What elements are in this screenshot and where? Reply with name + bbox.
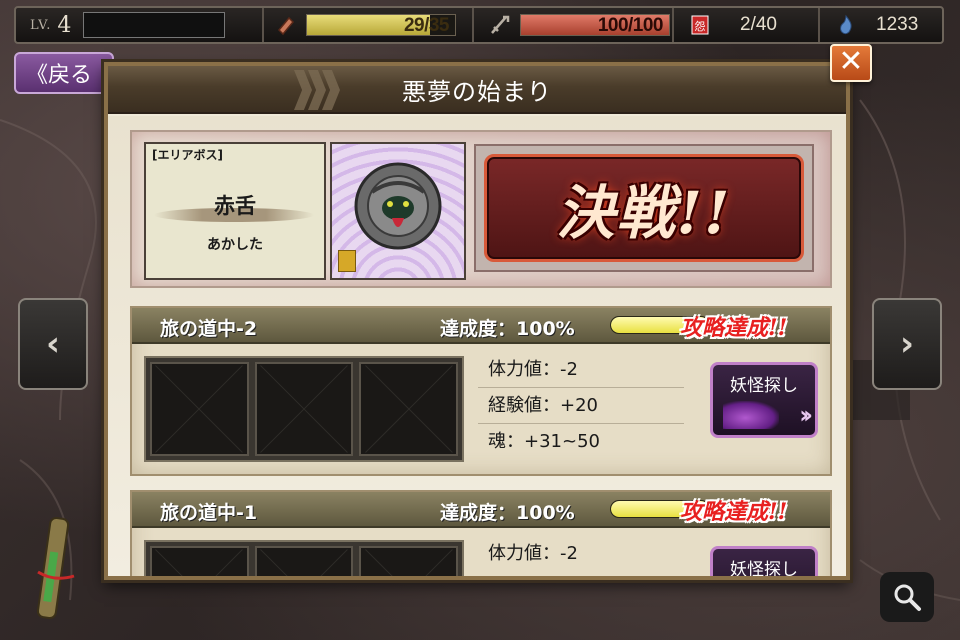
yokai-search-button[interactable]: 妖怪探し ›› — [710, 362, 818, 438]
chevron-right-icon: › — [899, 324, 914, 364]
drop-slots — [144, 356, 464, 462]
hp-cell: 100/100 — [474, 8, 674, 42]
stage-stats: 体力値：-2 経験値：+20 魂：+31~50 — [478, 352, 684, 460]
drop-slot — [150, 362, 249, 456]
stamina-text: 29/35 — [403, 15, 450, 36]
decisive-battle-button-frame: 決戦!! — [474, 144, 814, 272]
soul-count: 1233 — [876, 14, 919, 35]
stage-panel-2: 旅の道中-2 達成度：100% 攻略達成!! 体力値：-2 経験値：+20 魂：… — [130, 306, 832, 476]
stat-soul: 魂：+31~50 — [488, 431, 600, 452]
clear-badge: 攻略達成!! — [680, 499, 788, 525]
yokai-search-label: 妖怪探し — [730, 560, 798, 580]
swirl-icon — [723, 401, 779, 429]
next-area-button[interactable]: › — [872, 298, 942, 390]
chevron-left-icon: ‹ — [45, 324, 60, 364]
double-chevron-icon: ›› — [799, 401, 813, 429]
status-bar: LV. 4 29/35 100/100 怨 2/40 1233 — [14, 6, 944, 44]
decisive-battle-button[interactable]: 決戦!! — [484, 154, 804, 262]
drop-slot — [359, 362, 459, 456]
drop-slot — [359, 546, 459, 576]
level-label: LV. — [30, 17, 52, 33]
back-label: 《戻る — [26, 63, 93, 88]
modal-header: 悪夢の始まり — [108, 66, 846, 114]
stage-panel-1: 旅の道中-1 達成度：100% 攻略達成!! 体力値：-2 妖怪探し ›› — [130, 490, 832, 580]
stage-name: 旅の道中-1 — [160, 502, 258, 524]
boss-info: [エリアボス] 赤舌 あかした — [144, 142, 326, 280]
boss-name: 赤舌 — [214, 194, 256, 218]
stage-name: 旅の道中-2 — [160, 318, 258, 340]
back-button[interactable]: 《戻る — [14, 52, 114, 94]
soul-cell: 1233 — [820, 8, 942, 42]
stamina-icon — [274, 13, 298, 37]
search-icon — [894, 584, 921, 611]
drop-slot — [254, 362, 354, 456]
stat-stamina-cost: 体力値：-2 — [488, 543, 578, 564]
close-button[interactable]: ✕ — [830, 44, 872, 82]
stat-exp: 経験値：+20 — [478, 388, 684, 424]
search-button[interactable] — [880, 572, 934, 622]
stage-header: 旅の道中-1 達成度：100% 攻略達成!! — [132, 492, 830, 528]
progress-label: 達成度：100% — [440, 318, 575, 340]
stage-stats: 体力値：-2 — [478, 536, 684, 572]
rank-badge — [338, 250, 356, 272]
drop-slots — [144, 540, 464, 576]
soul-icon — [834, 13, 858, 37]
svg-text:怨: 怨 — [695, 20, 706, 33]
hp-gauge: 100/100 — [520, 14, 670, 36]
battle-label: 決戦!! — [556, 179, 732, 247]
yokai-search-button[interactable]: 妖怪探し ›› — [710, 546, 818, 580]
boss-portrait[interactable] — [330, 142, 466, 280]
header-chevrons — [294, 70, 340, 110]
stage-select-modal: 悪夢の始まり [エリアボス] 赤舌 あかした 決戦!! 旅の道中-2 達成度：1… — [104, 62, 850, 580]
hp-icon — [488, 13, 512, 37]
level-value: 4 — [57, 12, 72, 38]
boss-reading: あかした — [207, 237, 263, 253]
modal-body: [エリアボス] 赤舌 あかした 決戦!! 旅の道中-2 達成度：100% 攻略達… — [108, 116, 846, 576]
stage-header: 旅の道中-2 達成度：100% 攻略達成!! — [132, 308, 830, 344]
exp-bar — [83, 12, 226, 38]
hp-text: 100/100 — [597, 15, 664, 36]
stamina-gauge: 29/35 — [306, 14, 456, 36]
yokai-search-label: 妖怪探し — [730, 376, 798, 396]
level-cell: LV. 4 — [16, 8, 264, 42]
clear-badge: 攻略達成!! — [680, 315, 788, 341]
drop-slot — [150, 546, 249, 576]
close-icon: ✕ — [838, 44, 864, 79]
deck-icon: 怨 — [688, 13, 712, 37]
drop-slot — [254, 546, 354, 576]
prev-area-button[interactable]: ‹ — [18, 298, 88, 390]
area-boss-panel: [エリアボス] 赤舌 あかした 決戦!! — [130, 130, 832, 288]
stamina-cell: 29/35 — [264, 8, 474, 42]
modal-title: 悪夢の始まり — [402, 77, 552, 106]
boss-tag: [エリアボス] — [152, 148, 223, 162]
progress-label: 達成度：100% — [440, 502, 575, 524]
scroll-icon — [36, 517, 75, 619]
deck-cell: 怨 2/40 — [674, 8, 820, 42]
stat-stamina-cost: 体力値：-2 — [478, 352, 684, 388]
deck-count: 2/40 — [740, 14, 777, 35]
